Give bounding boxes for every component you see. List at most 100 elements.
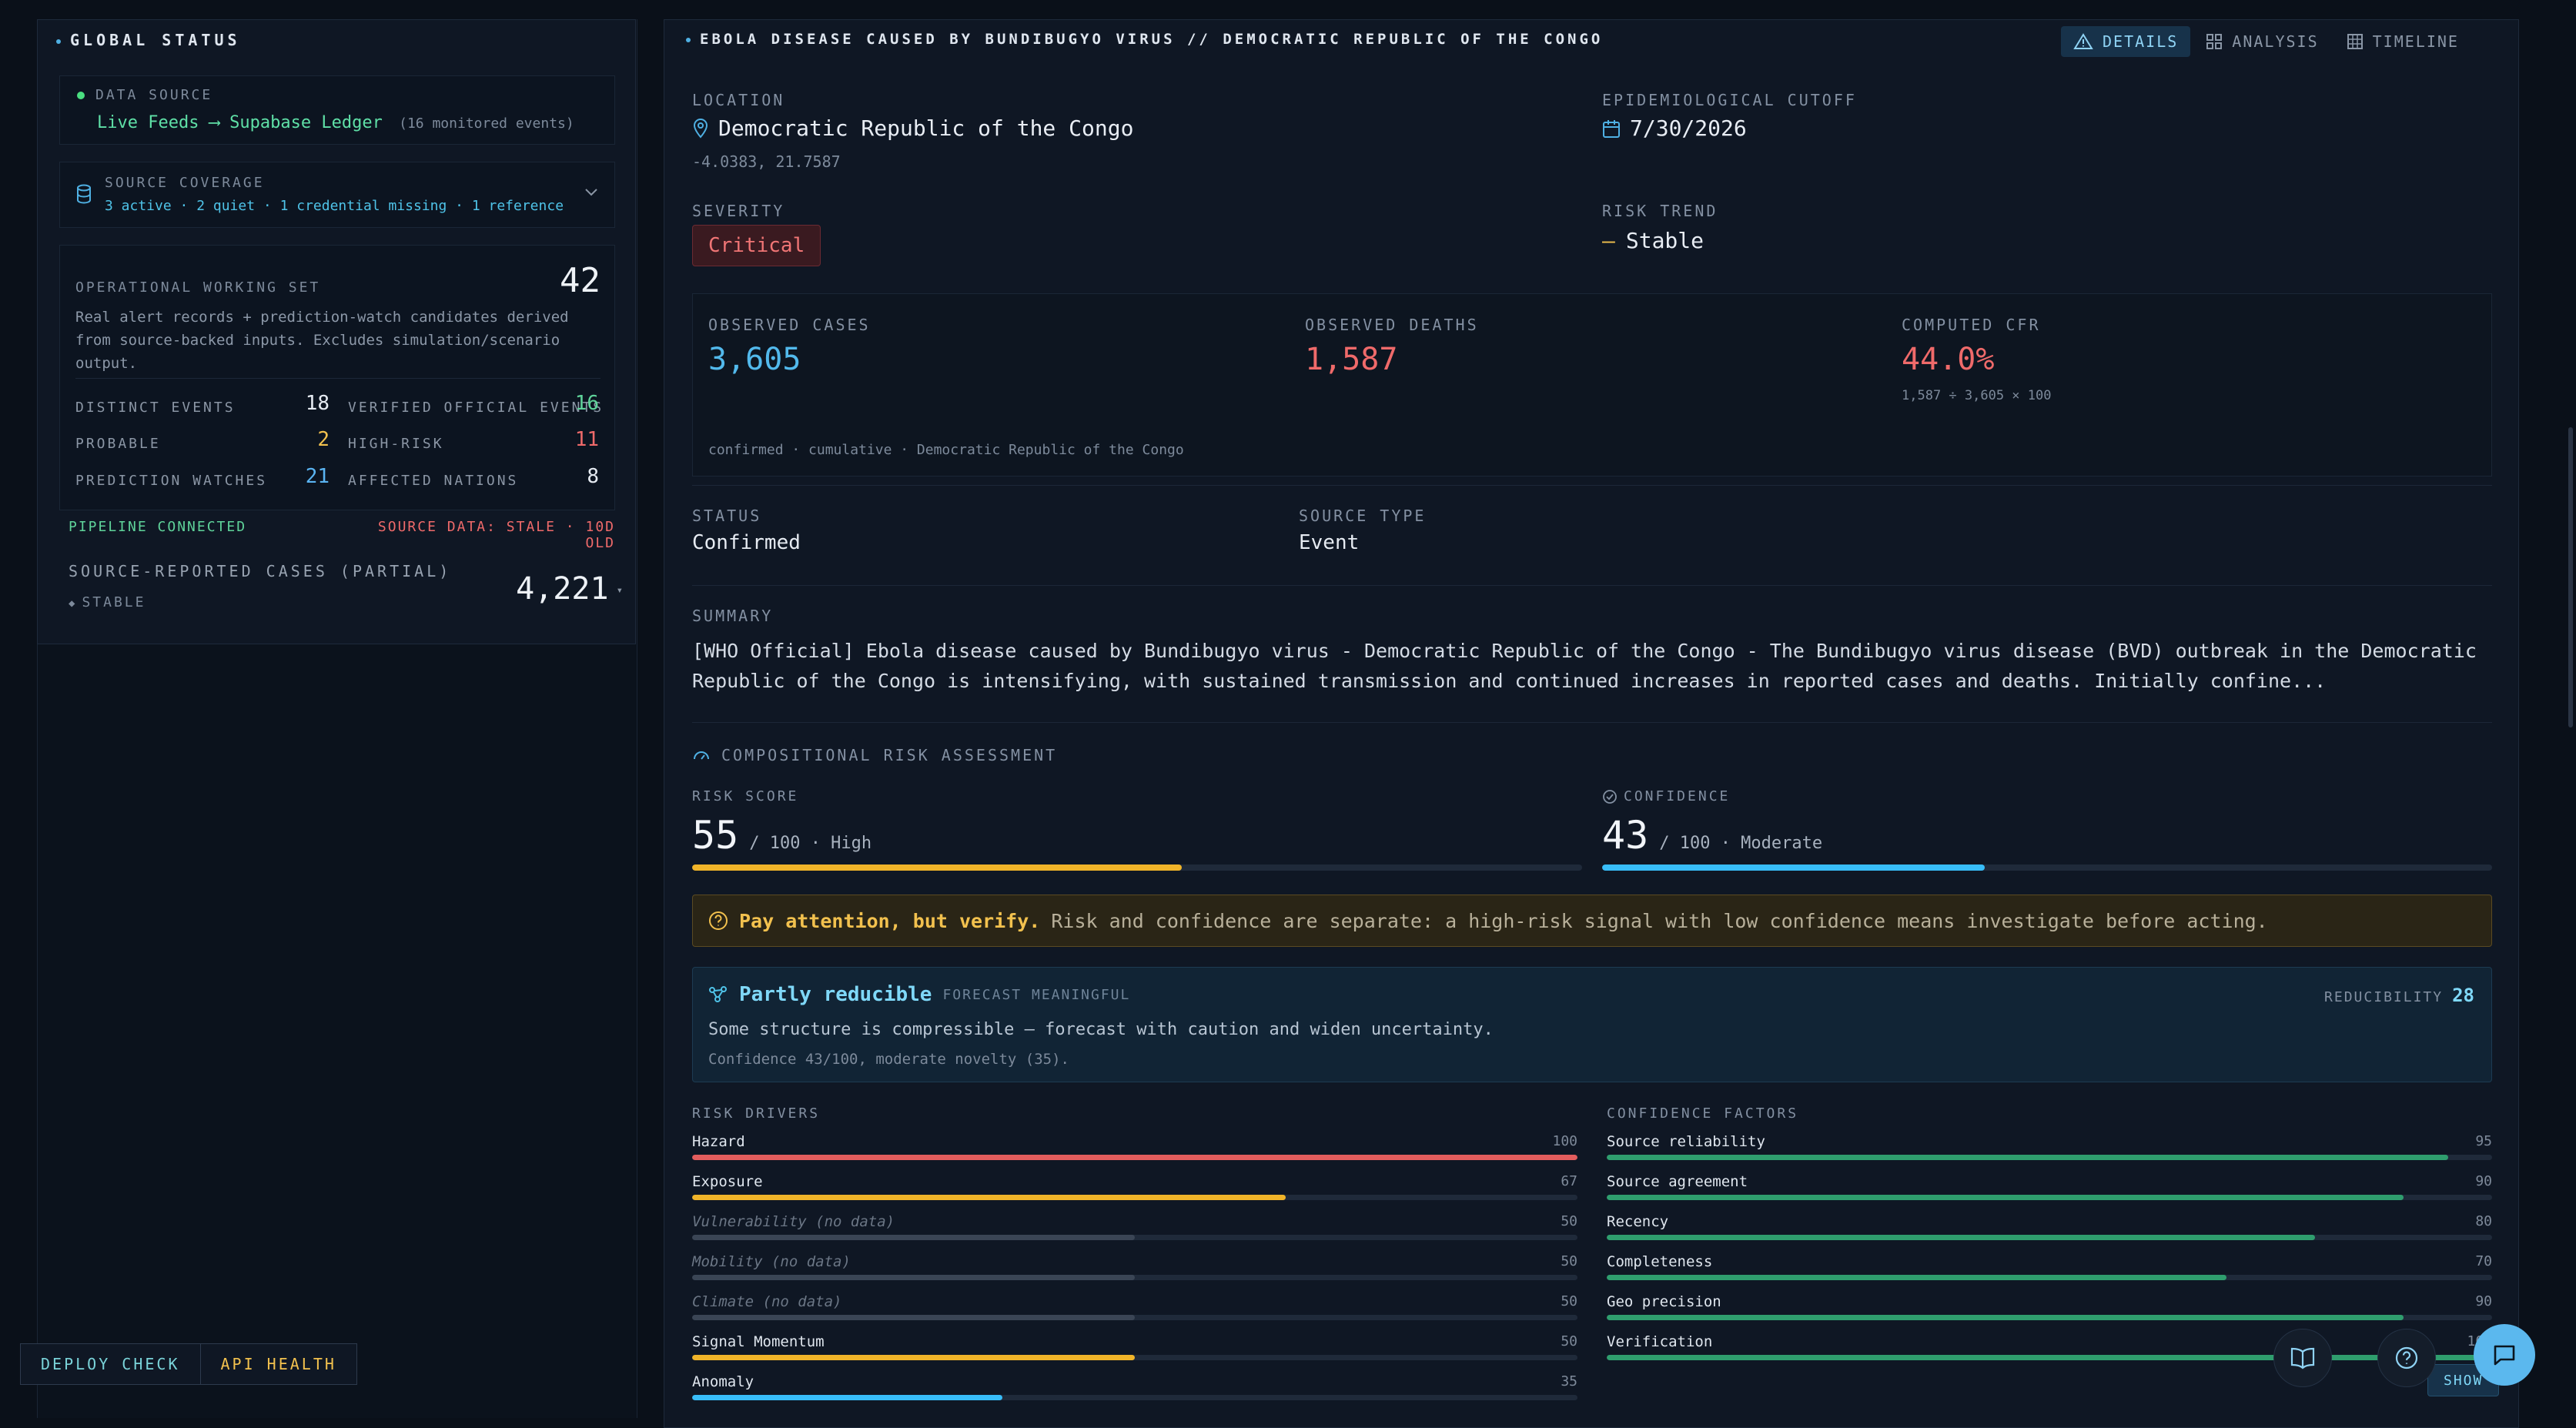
confidence-factor-label: Geo precision	[1607, 1293, 1721, 1310]
confidence-factor-bar-fill	[1607, 1195, 2404, 1200]
risk-driver-bar	[692, 1195, 1577, 1200]
stat-label: PREDICTION WATCHES	[75, 473, 268, 489]
cases-trend: ◆ STABLE	[69, 594, 146, 610]
source-coverage-summary: 3 active · 2 quiet · 1 credential missin…	[105, 198, 564, 214]
observed-cases-label: OBSERVED CASES	[708, 316, 871, 334]
location-value: Democratic Republic of the Congo	[692, 115, 1133, 141]
confidence-factor-bar-fill	[1607, 1155, 2448, 1160]
stale-data-badge: SOURCE DATA: STALE · 10D OLD	[377, 519, 615, 551]
global-status-title: GLOBAL STATUS	[70, 31, 241, 49]
confidence-factor-bar	[1607, 1275, 2492, 1280]
tab-details[interactable]: DETAILS	[2061, 26, 2191, 57]
help-circle-icon	[2395, 1346, 2418, 1369]
status-value: Confirmed	[692, 531, 801, 554]
data-source-card: DATA SOURCE Live Feeds ⟶ Supabase Ledger…	[59, 75, 615, 145]
risk-score-suffix: / 100 · High	[749, 834, 872, 853]
reducibility-score: REDUCIBILITY 28	[2324, 985, 2474, 1006]
risk-driver-row: Signal Momentum 50	[692, 1333, 1577, 1364]
severity-label: SEVERITY	[692, 202, 785, 220]
confidence-factor-label: Recency	[1607, 1213, 1669, 1230]
confidence-factor-row: Source agreement 90	[1607, 1173, 2492, 1204]
grid-icon	[2206, 34, 2223, 49]
risk-driver-bar	[692, 1155, 1577, 1160]
counts-card: OBSERVED CASES 3,605 OBSERVED DEATHS 1,5…	[692, 293, 2492, 477]
cfr-value: 44.0%	[1902, 342, 1995, 377]
confidence-factor-bar	[1607, 1155, 2492, 1160]
cutoff-label: EPIDEMIOLOGICAL CUTOFF	[1602, 91, 1857, 109]
reducible-tag: FORECAST MEANINGFUL	[942, 986, 1131, 1003]
cutoff-value: 7/30/2026	[1602, 115, 1747, 141]
summary-label: SUMMARY	[692, 607, 774, 625]
risk-driver-bar-fill	[692, 1155, 1577, 1160]
source-coverage-label: SOURCE COVERAGE	[105, 175, 265, 191]
tab-analysis[interactable]: ANALYSIS	[2193, 26, 2330, 57]
risk-driver-bar-fill	[692, 1195, 1286, 1200]
risk-driver-value: 50	[1561, 1213, 1577, 1229]
confidence-factor-value: 90	[2475, 1173, 2492, 1189]
divider	[75, 378, 601, 379]
risk-driver-bar	[692, 1275, 1577, 1280]
stat-label: PROBABLE	[75, 436, 161, 452]
confidence-suffix: / 100 · Moderate	[1659, 834, 1823, 853]
event-detail-panel: EBOLA DISEASE CAUSED BY BUNDIBUGYO VIRUS…	[664, 19, 2519, 1428]
source-type-value: Event	[1299, 531, 1360, 554]
confidence-factor-bar	[1607, 1195, 2492, 1200]
deploy-check-button[interactable]: DEPLOY CHECK	[20, 1343, 201, 1385]
confidence-factor-value: 80	[2475, 1213, 2492, 1229]
live-dot-icon	[77, 92, 85, 99]
risk-driver-row: Vulnerability (no data) 50	[692, 1213, 1577, 1244]
risk-score-value: 55	[692, 813, 739, 858]
working-set-label: OPERATIONAL WORKING SET	[75, 279, 321, 296]
map-pin-icon	[693, 118, 708, 139]
risk-driver-bar-fill	[692, 1355, 1135, 1360]
confidence-factor-row: Recency 80	[1607, 1213, 2492, 1244]
stat-value-prediction-watches: 21	[305, 465, 330, 488]
confidence-factor-value: 95	[2475, 1133, 2492, 1149]
diamond-icon: ◆	[69, 597, 78, 610]
risk-driver-bar-fill	[692, 1315, 1135, 1320]
calendar-grid-icon	[2347, 34, 2363, 49]
risk-driver-value: 50	[1561, 1293, 1577, 1309]
risk-driver-bar	[692, 1355, 1577, 1360]
reducible-heading: Partly reducible FORECAST MEANINGFUL	[708, 983, 1130, 1006]
scrollbar-thumb[interactable]	[2568, 427, 2573, 727]
risk-score: 55 / 100 · High	[692, 813, 871, 858]
stat-value-probable: 2	[317, 428, 330, 451]
verify-alert: Pay attention, but verify. Risk and conf…	[692, 895, 2492, 947]
risk-driver-value: 50	[1561, 1253, 1577, 1269]
risk-driver-bar-fill	[692, 1275, 1135, 1280]
confidence-factor-row: Completeness 70	[1607, 1253, 2492, 1284]
severity-badge: Critical	[692, 225, 821, 266]
confidence-factor-row: Verification100	[1607, 1333, 2492, 1364]
cases-value: 4,221 ▾	[516, 571, 623, 607]
confidence-bar-fill	[1602, 864, 1986, 871]
help-button[interactable]	[2377, 1329, 2436, 1387]
risk-driver-label: Exposure	[692, 1173, 763, 1190]
observed-cases-value: 3,605	[708, 342, 801, 377]
working-set-count: 42	[560, 261, 601, 300]
status-dot-icon	[686, 37, 691, 42]
counts-note: confirmed · cumulative · Democratic Repu…	[708, 442, 1184, 458]
reducibility-value: 28	[2452, 985, 2474, 1006]
confidence-factor-bar-fill	[1607, 1275, 2226, 1280]
status-dot-icon	[56, 38, 61, 44]
api-health-button[interactable]: API HEALTH	[200, 1343, 357, 1385]
docs-button[interactable]	[2273, 1329, 2332, 1387]
assessment-heading: COMPOSITIONAL RISK ASSESSMENT	[692, 746, 1057, 764]
confidence-score: 43 / 100 · Moderate	[1602, 813, 1822, 858]
tab-timeline[interactable]: TIMELINE	[2334, 26, 2471, 57]
message-square-icon	[2494, 1345, 2515, 1366]
risk-driver-row: Mobility (no data) 50	[692, 1253, 1577, 1284]
footer-button-group: DEPLOY CHECK API HEALTH	[20, 1343, 357, 1385]
working-set-description: Real alert records + prediction-watch ca…	[75, 309, 569, 372]
chat-button[interactable]	[2474, 1324, 2535, 1386]
confidence-factor-label: Verification	[1607, 1333, 1713, 1350]
confidence-value: 43	[1602, 813, 1649, 858]
confidence-factor-value: 70	[2475, 1253, 2492, 1269]
stat-value-high-risk: 11	[574, 428, 599, 451]
risk-score-bar	[692, 864, 1582, 871]
reducible-title: Partly reducible	[739, 983, 932, 1006]
stat-value-distinct-events: 18	[305, 392, 330, 415]
source-coverage-toggle[interactable]: SOURCE COVERAGE 3 active · 2 quiet · 1 c…	[59, 162, 615, 228]
risk-driver-value: 50	[1561, 1333, 1577, 1349]
